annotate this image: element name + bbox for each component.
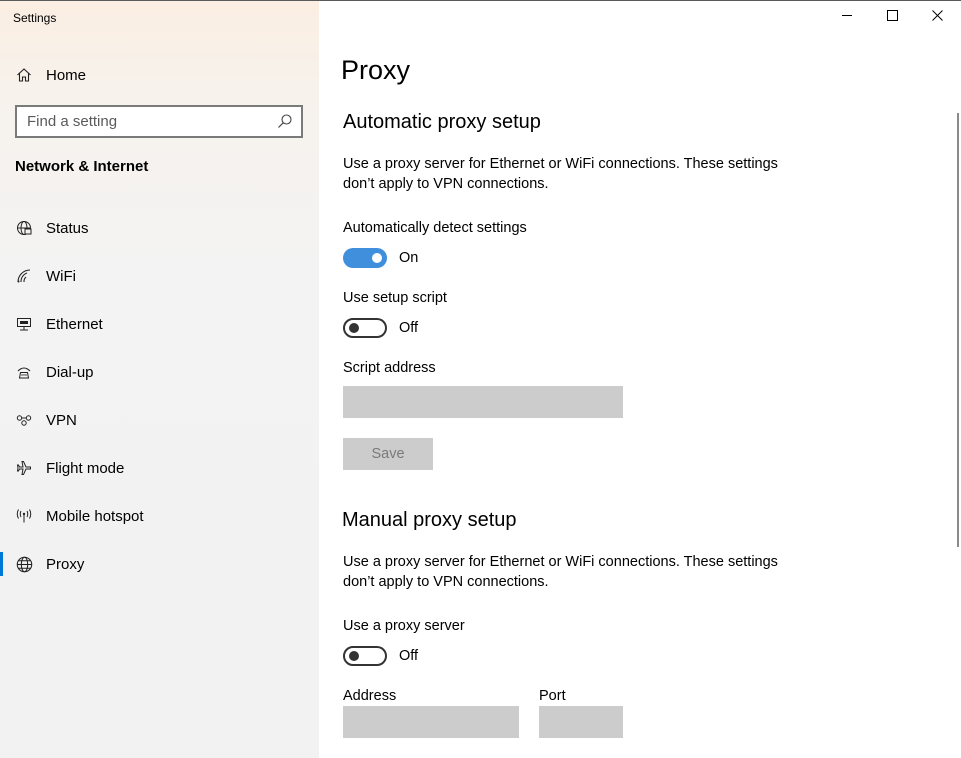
automatic-proxy-description: Use a proxy server for Ethernet or WiFi … bbox=[343, 156, 778, 192]
address-field[interactable] bbox=[343, 706, 519, 738]
sidebar-item-vpn[interactable]: VPN bbox=[0, 396, 319, 444]
selected-indicator bbox=[0, 552, 3, 576]
search-box[interactable] bbox=[15, 105, 303, 138]
sidebar-item-label: Status bbox=[46, 219, 89, 237]
dialup-icon bbox=[15, 363, 33, 381]
setup-script-state: Off bbox=[399, 320, 419, 336]
home-icon bbox=[15, 66, 33, 84]
page-title: Proxy bbox=[341, 55, 411, 85]
sidebar-section-title: Network & Internet bbox=[15, 158, 149, 175]
sidebar-item-label: VPN bbox=[46, 411, 77, 429]
use-proxy-state: Off bbox=[399, 648, 419, 664]
sidebar-item-label: Flight mode bbox=[46, 459, 125, 477]
save-button[interactable]: Save bbox=[343, 438, 433, 470]
address-label: Address bbox=[343, 688, 397, 704]
sidebar-item-label: Proxy bbox=[46, 555, 85, 573]
wifi-icon bbox=[15, 267, 33, 285]
vpn-icon bbox=[15, 411, 33, 429]
setup-script-row: Off bbox=[343, 318, 418, 338]
sidebar-item-ethernet[interactable]: Ethernet bbox=[0, 300, 319, 348]
sidebar-item-label: Dial-up bbox=[46, 363, 94, 381]
sidebar-home[interactable]: Home bbox=[15, 63, 86, 87]
sidebar-nav: Status WiFi Ethernet Dial-up VPN Flight … bbox=[0, 204, 319, 588]
setup-script-label: Use setup script bbox=[343, 290, 447, 306]
script-address-field[interactable] bbox=[343, 386, 623, 418]
hotspot-icon bbox=[15, 507, 33, 525]
auto-detect-label: Automatically detect settings bbox=[343, 220, 527, 236]
search-input[interactable] bbox=[17, 107, 267, 136]
use-proxy-row: Off bbox=[343, 646, 418, 666]
toggle-knob bbox=[349, 651, 359, 661]
sidebar-item-label: Ethernet bbox=[46, 315, 103, 333]
globe-icon bbox=[15, 555, 33, 573]
toggle-knob bbox=[349, 323, 359, 333]
app-title: Settings bbox=[13, 11, 57, 25]
home-label: Home bbox=[46, 66, 87, 84]
port-label: Port bbox=[539, 688, 566, 704]
port-field[interactable] bbox=[539, 706, 623, 738]
toggle-knob bbox=[372, 253, 382, 263]
manual-proxy-description: Use a proxy server for Ethernet or WiFi … bbox=[343, 554, 778, 590]
sidebar-item-proxy[interactable]: Proxy bbox=[0, 540, 319, 588]
auto-detect-row: On bbox=[343, 248, 418, 268]
airplane-icon bbox=[15, 459, 33, 477]
search-icon[interactable] bbox=[277, 113, 293, 129]
sidebar-item-mobile-hotspot[interactable]: Mobile hotspot bbox=[0, 492, 319, 540]
globe-status-icon bbox=[15, 219, 33, 237]
script-address-label: Script address bbox=[343, 360, 436, 376]
sidebar-item-dialup[interactable]: Dial-up bbox=[0, 348, 319, 396]
sidebar-item-status[interactable]: Status bbox=[0, 204, 319, 252]
setup-script-toggle[interactable] bbox=[343, 318, 387, 338]
manual-proxy-heading: Manual proxy setup bbox=[342, 509, 517, 531]
automatic-proxy-heading: Automatic proxy setup bbox=[343, 111, 541, 133]
ethernet-icon bbox=[15, 315, 33, 333]
scrollbar[interactable] bbox=[957, 113, 959, 547]
main-content: Proxy Automatic proxy setup Use a proxy … bbox=[319, 1, 961, 758]
sidebar-item-label: Mobile hotspot bbox=[46, 507, 144, 525]
auto-detect-toggle[interactable] bbox=[343, 248, 387, 268]
use-proxy-label: Use a proxy server bbox=[343, 618, 465, 634]
use-proxy-toggle[interactable] bbox=[343, 646, 387, 666]
sidebar-item-label: WiFi bbox=[46, 267, 76, 285]
auto-detect-state: On bbox=[399, 250, 419, 266]
sidebar-item-wifi[interactable]: WiFi bbox=[0, 252, 319, 300]
sidebar-item-flight-mode[interactable]: Flight mode bbox=[0, 444, 319, 492]
sidebar: Settings Home Network & Internet Status … bbox=[0, 1, 319, 758]
